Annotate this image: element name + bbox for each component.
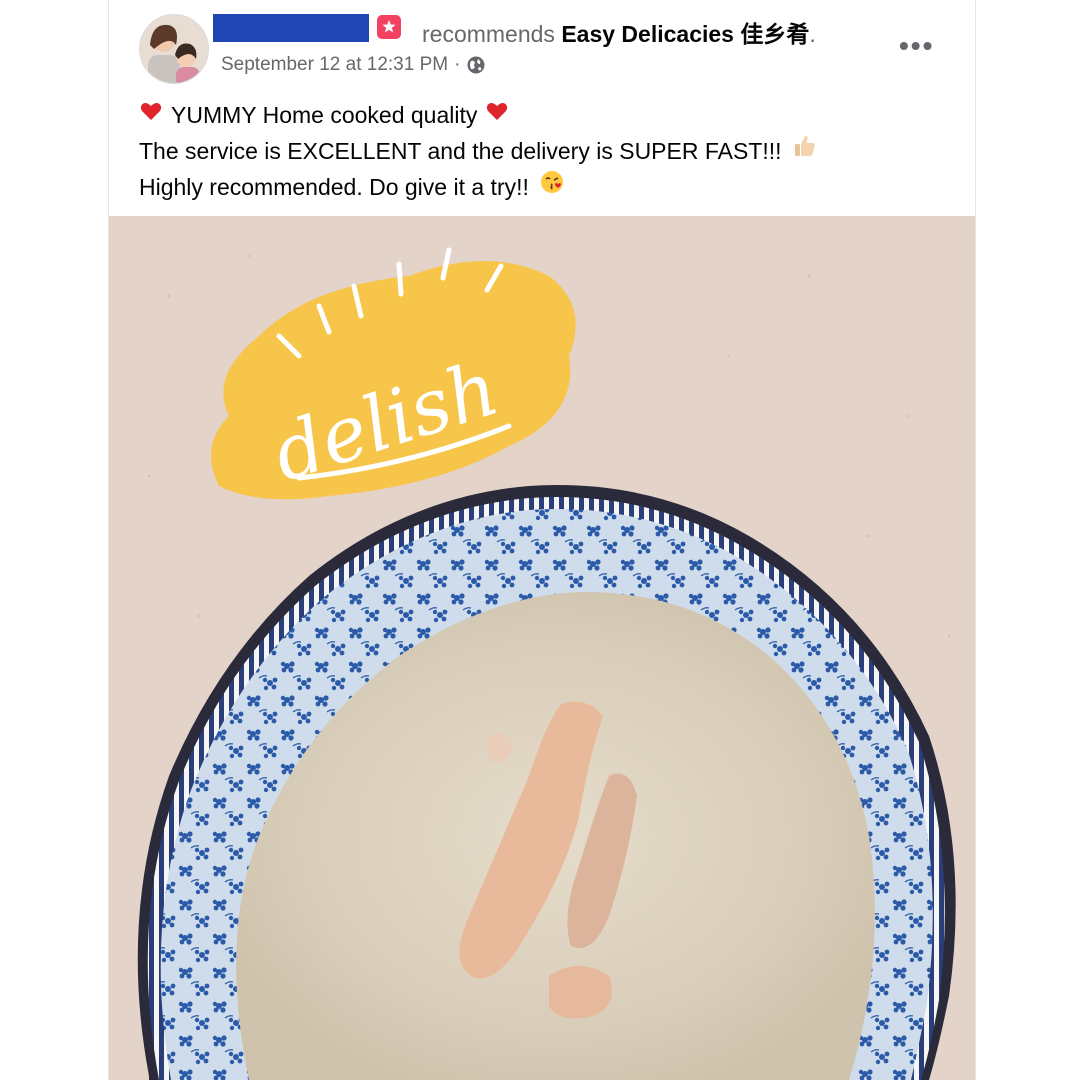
post-photo[interactable]: delish xyxy=(109,216,975,1080)
red-heart-icon xyxy=(485,98,509,133)
post-text-line-3: Highly recommended. Do give it a try!! xyxy=(139,173,529,200)
page-name-suffix: . xyxy=(809,21,816,47)
post-card: recommends Easy Delicacies 佳乡肴. Septembe… xyxy=(108,0,976,1080)
post-line-2: The service is EXCELLENT and the deliver… xyxy=(139,133,818,169)
post-text-line-2: The service is EXCELLENT and the deliver… xyxy=(139,137,782,164)
globe-icon[interactable] xyxy=(466,55,486,75)
thumbs-up-icon xyxy=(792,133,818,169)
post-text-line-1: YUMMY Home cooked quality xyxy=(171,102,478,128)
author-avatar[interactable] xyxy=(139,14,209,84)
soup-bowl-image: delish xyxy=(109,216,975,1080)
recommend-star-icon xyxy=(377,15,401,39)
meta-separator: · xyxy=(454,54,461,75)
recommendation-line: recommends Easy Delicacies 佳乡肴. xyxy=(422,15,816,49)
kissing-face-icon xyxy=(539,169,565,205)
post-timestamp[interactable]: September 12 at 12:31 PM xyxy=(221,54,448,76)
post-meta: September 12 at 12:31 PM · xyxy=(221,54,486,76)
post-line-1: YUMMY Home cooked quality xyxy=(139,98,818,133)
more-options-button[interactable]: ••• xyxy=(899,30,934,62)
post-message: YUMMY Home cooked quality The service is… xyxy=(139,98,818,205)
red-heart-icon xyxy=(139,98,163,133)
recommends-label: recommends xyxy=(422,21,555,47)
page-name-link[interactable]: Easy Delicacies 佳乡肴 xyxy=(561,21,809,47)
post-line-3: Highly recommended. Do give it a try!! xyxy=(139,169,818,205)
author-name-redacted[interactable] xyxy=(213,14,369,42)
avatar-photo xyxy=(140,15,208,83)
